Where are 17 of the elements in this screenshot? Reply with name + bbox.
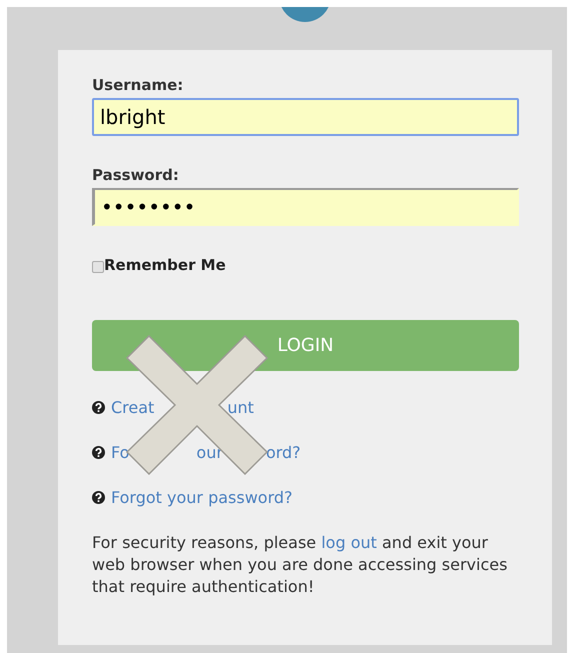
help-icon — [92, 400, 105, 414]
field-label: Password: — [92, 166, 180, 184]
field-label: Username: — [92, 76, 184, 94]
checkbox[interactable] — [92, 260, 104, 272]
login-button[interactable]: LOGIN — [92, 320, 519, 371]
help-icon — [92, 446, 105, 458]
input-field[interactable]: lbright — [92, 98, 519, 136]
link-text[interactable]: Forgot your password? — [111, 488, 293, 506]
checkbox-label: Remember Me — [104, 256, 226, 274]
help-icon — [92, 490, 105, 504]
link-text[interactable]: ord? — [266, 442, 301, 462]
link-text[interactable]: our — [196, 442, 223, 462]
security-notice: For security reasons, please log out and exit your web browser when you are done accessing services that require authentication! — [92, 532, 508, 598]
logout-link[interactable]: log out — [321, 533, 377, 552]
link-text[interactable]: unt — [227, 398, 254, 416]
input-field[interactable]: •••••••• — [92, 188, 519, 226]
link-text[interactable]: Creat — [111, 398, 154, 416]
